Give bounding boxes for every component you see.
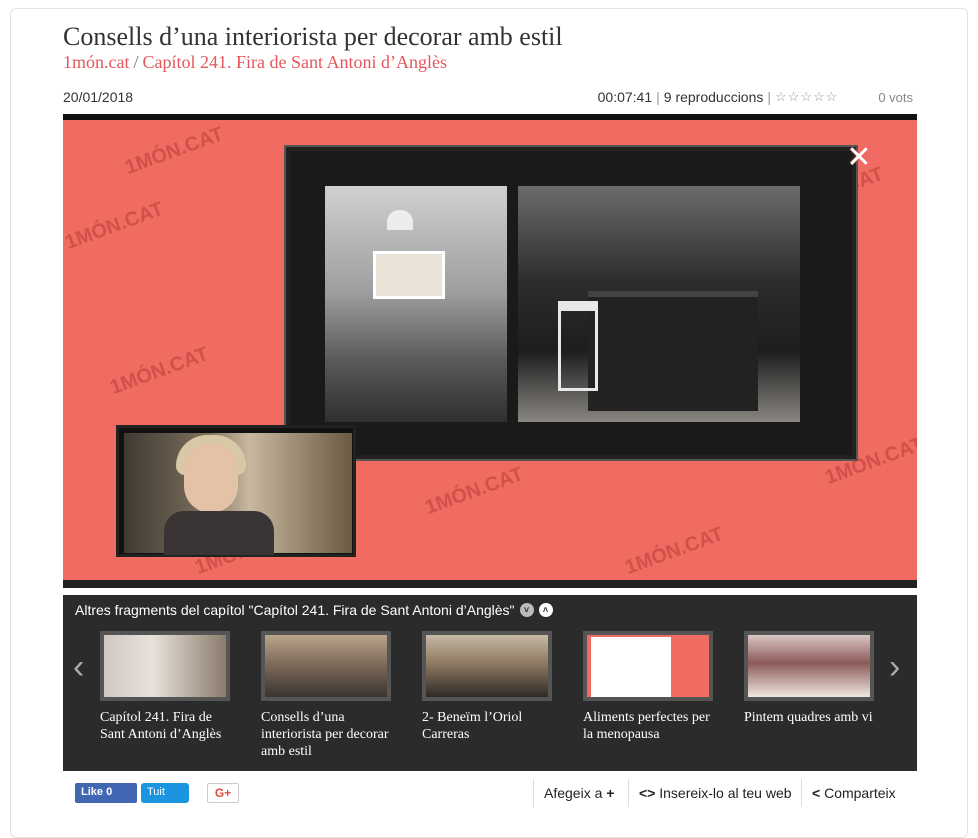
facebook-like-button[interactable]: Like 0: [75, 783, 137, 803]
share-label: Comparteix: [824, 785, 896, 801]
share-icon: <: [812, 785, 821, 801]
stool-shape: [558, 301, 598, 391]
watermark: 1MÓN.CAT: [63, 198, 167, 254]
add-to-label: Afegeix a: [544, 785, 603, 801]
island-shape: [588, 291, 758, 411]
watermark: 1MÓN.CAT: [122, 123, 227, 179]
related-heading: Altres fragments del capítol "Capítol 24…: [75, 602, 553, 618]
play-count: 9 reproduccions: [663, 89, 764, 105]
related-caption[interactable]: Aliments perfectes per la menopausa: [583, 709, 713, 743]
publish-date: 20/01/2018: [63, 89, 134, 105]
page-title: Consells d’una interiorista per decorar …: [63, 22, 563, 51]
source-link[interactable]: 1món.cat: [63, 52, 129, 72]
thumbnail[interactable]: [422, 631, 552, 701]
watermark: 1MÓN.CAT: [107, 343, 212, 399]
interviewee-image: [124, 433, 352, 555]
related-fragments: Altres fragments del capítol "Capítol 24…: [63, 595, 917, 771]
kitchen-after-image: [518, 186, 800, 422]
interviewee-inset: [116, 425, 356, 557]
related-heading-text: Altres fragments del capítol "Capítol 24…: [75, 602, 515, 618]
related-caption[interactable]: Pintem quadres amb vi: [744, 709, 874, 726]
poster-shape: [591, 637, 671, 697]
related-item[interactable]: Aliments perfectes per la menopausa: [583, 631, 713, 743]
embed-button[interactable]: <> Insereix-lo al teu web: [628, 779, 800, 807]
related-item[interactable]: Pintem quadres amb vi: [744, 631, 874, 726]
face-shape: [184, 443, 238, 513]
kitchen-before-image: [325, 186, 507, 422]
expand-icon[interactable]: ˄: [538, 603, 553, 617]
lamp-shape: [387, 210, 413, 230]
breadcrumb: 1món.cat / Capítol 241. Fira de Sant Anton…: [63, 52, 447, 73]
embed-label: Insereix-lo al teu web: [659, 785, 792, 801]
tweet-button[interactable]: Tuit: [141, 783, 189, 803]
window-shape: [373, 251, 445, 299]
breadcrumb-separator: /: [133, 52, 139, 72]
related-caption[interactable]: 2- Beneïm l’Oriol Carreras: [422, 709, 552, 743]
code-icon: <>: [639, 785, 656, 801]
chevron-right-icon[interactable]: ›: [889, 650, 900, 684]
add-to-button[interactable]: Afegeix a +: [533, 779, 622, 807]
episode-link[interactable]: Capítol 241. Fira de Sant Antoni d’Anglè…: [143, 52, 447, 72]
video-meta: 00:07:41 | 9 reproduccions | ☆☆☆☆☆ 0 vot…: [598, 89, 913, 105]
meta-divider: |: [656, 89, 660, 105]
close-icon[interactable]: ✕: [845, 143, 873, 173]
thumbnail[interactable]: [744, 631, 874, 701]
meta-divider: |: [767, 89, 772, 105]
plus-icon: +: [606, 785, 615, 801]
body-shape: [164, 511, 274, 555]
player-bottom-bar: [63, 580, 917, 588]
chevron-left-icon[interactable]: ‹: [73, 650, 84, 684]
related-caption[interactable]: Capítol 241. Fira de Sant Antoni d’Anglè…: [100, 709, 230, 743]
watermark: 1MÓN.CAT: [622, 523, 727, 579]
action-bar: Like 0 Tuit G+ Afegeix a + <> Insereix-l…: [63, 779, 917, 809]
duration: 00:07:41: [597, 89, 653, 105]
related-item[interactable]: Consells d’una interiorista per decorar …: [261, 631, 391, 760]
collapse-icon[interactable]: ˅: [519, 603, 534, 617]
vote-count: 0 vots: [878, 89, 913, 105]
thumbnail[interactable]: [583, 631, 713, 701]
related-item[interactable]: 2- Beneïm l’Oriol Carreras: [422, 631, 552, 743]
share-button[interactable]: < Comparteix: [801, 779, 904, 807]
related-item[interactable]: Capítol 241. Fira de Sant Antoni d’Anglè…: [100, 631, 230, 743]
thumbnail[interactable]: [100, 631, 230, 701]
related-caption[interactable]: Consells d’una interiorista per decorar …: [261, 709, 391, 760]
rating-stars[interactable]: ☆☆☆☆☆: [775, 89, 838, 105]
thumbnail[interactable]: [261, 631, 391, 701]
watermark: 1MÓN.CAT: [422, 463, 527, 519]
video-player[interactable]: 1MÓN.CAT 1MÓN.CAT 1MÓN.CAT 1MÓN.CAT 1MÓN…: [63, 114, 917, 588]
google-plus-button[interactable]: G+: [207, 783, 239, 803]
video-frame: [286, 147, 856, 459]
